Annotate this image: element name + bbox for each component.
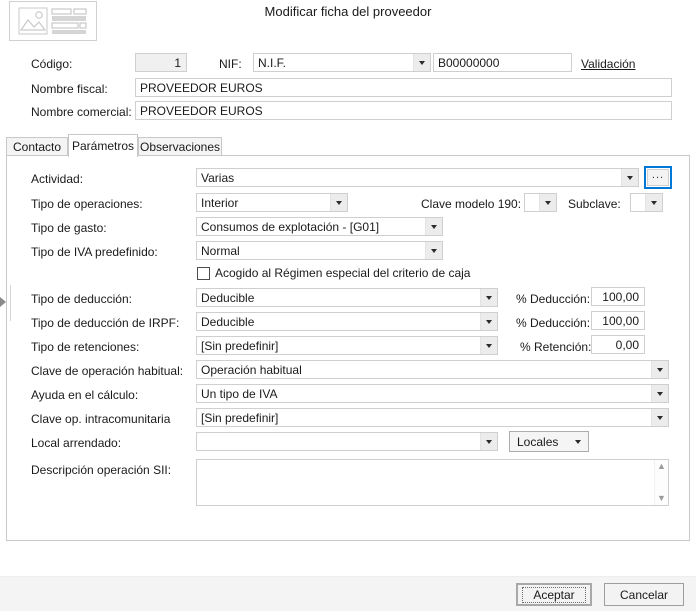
chevron-down-icon[interactable] xyxy=(480,433,497,450)
chevron-down-icon[interactable] xyxy=(330,194,347,211)
nif-type-value: N.I.F. xyxy=(258,55,287,70)
tab-parametros-label: Parámetros xyxy=(71,139,135,153)
nif-label: NIF: xyxy=(219,57,242,71)
tipo-operaciones-value: Interior xyxy=(201,195,239,210)
local-arrendado-unit-value: Locales xyxy=(517,434,559,449)
chevron-down-icon[interactable] xyxy=(480,313,497,330)
descripcion-sii-value[interactable] xyxy=(197,460,654,505)
nif-type-select[interactable]: N.I.F. xyxy=(253,53,431,72)
chevron-down-icon[interactable] xyxy=(621,169,638,186)
actividad-select[interactable]: Varias xyxy=(196,168,639,187)
scroll-down-icon[interactable]: ▼ xyxy=(657,494,666,503)
dialog-modificar-ficha-proveedor: Modificar ficha del proveedor Código: 1 … xyxy=(0,0,696,611)
chevron-down-icon[interactable] xyxy=(539,194,556,211)
chevron-down-icon[interactable] xyxy=(413,54,430,71)
clave-op-intracomunitaria-value: [Sin predefinir] xyxy=(201,410,279,425)
pct-deduccion-label: % Deducción: xyxy=(516,292,591,306)
tipo-operaciones-select[interactable]: Interior xyxy=(196,193,348,212)
actividad-browse-focus-ring xyxy=(644,166,672,189)
regimen-criterio-caja-label: Acogido al Régimen especial del criterio… xyxy=(215,266,471,280)
tipo-gasto-select[interactable]: Consumos de explotación - [G01] xyxy=(196,217,443,236)
panel-resize-arrow-icon[interactable] xyxy=(0,296,7,308)
tipo-deduccion-irpf-label: Tipo de deducción de IRPF: xyxy=(31,316,180,330)
local-arrendado-select[interactable] xyxy=(196,432,498,451)
codigo-label: Código: xyxy=(31,57,73,71)
local-arrendado-unit-select[interactable]: Locales xyxy=(509,431,589,452)
dialog-title: Modificar ficha del proveedor xyxy=(264,4,432,19)
regimen-criterio-caja-checkbox-row[interactable]: Acogido al Régimen especial del criterio… xyxy=(197,266,470,280)
tab-contacto[interactable]: Contacto xyxy=(6,137,68,156)
clave-operacion-habitual-value: Operación habitual xyxy=(201,362,302,377)
pct-deduccion-field[interactable]: 100,00 xyxy=(591,287,645,306)
accept-button-label: Aceptar xyxy=(522,586,586,603)
tipo-retenciones-label: Tipo de retenciones: xyxy=(31,340,140,354)
tipo-retenciones-select[interactable]: [Sin predefinir] xyxy=(196,336,498,355)
tipo-iva-predefinido-label: Tipo de IVA predefinido: xyxy=(31,245,158,259)
subclave-select[interactable] xyxy=(630,193,663,212)
clave-modelo-190-select[interactable] xyxy=(524,193,557,212)
tabstrip: Contacto Parámetros Observaciones xyxy=(6,134,690,157)
clave-operacion-habitual-label: Clave de operación habitual: xyxy=(31,364,184,378)
subclave-label: Subclave: xyxy=(568,197,621,211)
descripcion-sii-label: Descripción operación SII: xyxy=(31,463,172,477)
codigo-field[interactable]: 1 xyxy=(135,53,187,72)
pct-deduccion-irpf-label: % Deducción: xyxy=(516,316,591,330)
chevron-down-icon[interactable] xyxy=(480,337,497,354)
clave-modelo-190-value xyxy=(525,194,539,211)
actividad-label: Actividad: xyxy=(31,172,84,186)
chevron-down-icon[interactable] xyxy=(425,218,442,235)
descripcion-sii-textarea[interactable]: ▲ ▼ xyxy=(196,459,669,506)
nombre-comercial-label: Nombre comercial: xyxy=(31,105,132,119)
subclave-value xyxy=(631,194,645,211)
ayuda-calculo-value: Un tipo de IVA xyxy=(201,386,278,401)
tipo-gasto-value: Consumos de explotación - [G01] xyxy=(201,219,380,234)
chevron-down-icon[interactable] xyxy=(651,361,668,378)
tipo-deduccion-irpf-value: Deducible xyxy=(201,314,255,329)
chevron-down-icon[interactable] xyxy=(651,409,668,426)
tab-observaciones[interactable]: Observaciones xyxy=(138,137,222,156)
panel-edge-divider xyxy=(10,285,11,321)
actividad-value: Varias xyxy=(201,170,235,185)
ayuda-calculo-label: Ayuda en el cálculo: xyxy=(31,388,139,402)
nombre-fiscal-field[interactable]: PROVEEDOR EUROS xyxy=(135,78,672,97)
chevron-down-icon[interactable] xyxy=(645,194,662,211)
pct-retencion-field[interactable]: 0,00 xyxy=(591,335,645,354)
descripcion-sii-scrollbar[interactable]: ▲ ▼ xyxy=(654,460,668,505)
regimen-criterio-caja-checkbox[interactable] xyxy=(197,266,210,280)
tipo-deduccion-label: Tipo de deducción: xyxy=(31,292,132,306)
tab-contacto-label: Contacto xyxy=(12,140,62,154)
tab-parametros[interactable]: Parámetros xyxy=(68,134,138,157)
pct-deduccion-irpf-field[interactable]: 100,00 xyxy=(591,311,645,330)
tipo-deduccion-select[interactable]: Deducible xyxy=(196,288,498,307)
tab-observaciones-label: Observaciones xyxy=(139,140,221,154)
clave-op-intracomunitaria-label: Clave op. intracomunitaria xyxy=(31,412,171,426)
accept-button[interactable]: Aceptar xyxy=(516,583,592,606)
tipo-deduccion-irpf-select[interactable]: Deducible xyxy=(196,312,498,331)
tipo-gasto-label: Tipo de gasto: xyxy=(31,221,107,235)
tipo-iva-predefinido-value: Normal xyxy=(201,243,240,258)
chevron-down-icon[interactable] xyxy=(425,242,442,259)
clave-modelo-190-label: Clave modelo 190: xyxy=(421,197,522,211)
chevron-down-icon[interactable] xyxy=(651,385,668,402)
dialog-footer: Aceptar Cancelar xyxy=(0,576,696,611)
cancel-button-label: Cancelar xyxy=(619,587,669,602)
nombre-fiscal-label: Nombre fiscal: xyxy=(31,82,108,96)
tipo-iva-predefinido-select[interactable]: Normal xyxy=(196,241,443,260)
validacion-link[interactable]: Validación xyxy=(581,57,635,71)
chevron-down-icon[interactable] xyxy=(480,289,497,306)
clave-op-intracomunitaria-select[interactable]: [Sin predefinir] xyxy=(196,408,669,427)
tipo-deduccion-value: Deducible xyxy=(201,290,255,305)
scroll-up-icon[interactable]: ▲ xyxy=(657,462,666,471)
tipo-retenciones-value: [Sin predefinir] xyxy=(201,338,279,353)
nif-number-field[interactable]: B00000000 xyxy=(433,53,572,72)
chevron-down-icon[interactable] xyxy=(568,432,588,451)
cancel-button[interactable]: Cancelar xyxy=(604,583,684,606)
clave-operacion-habitual-select[interactable]: Operación habitual xyxy=(196,360,669,379)
nombre-comercial-field[interactable]: PROVEEDOR EUROS xyxy=(135,101,672,120)
ayuda-calculo-select[interactable]: Un tipo de IVA xyxy=(196,384,669,403)
tipo-operaciones-label: Tipo de operaciones: xyxy=(31,197,143,211)
local-arrendado-label: Local arrendado: xyxy=(31,436,122,450)
pct-retencion-label: % Retención: xyxy=(520,340,592,354)
local-arrendado-value xyxy=(197,433,480,450)
